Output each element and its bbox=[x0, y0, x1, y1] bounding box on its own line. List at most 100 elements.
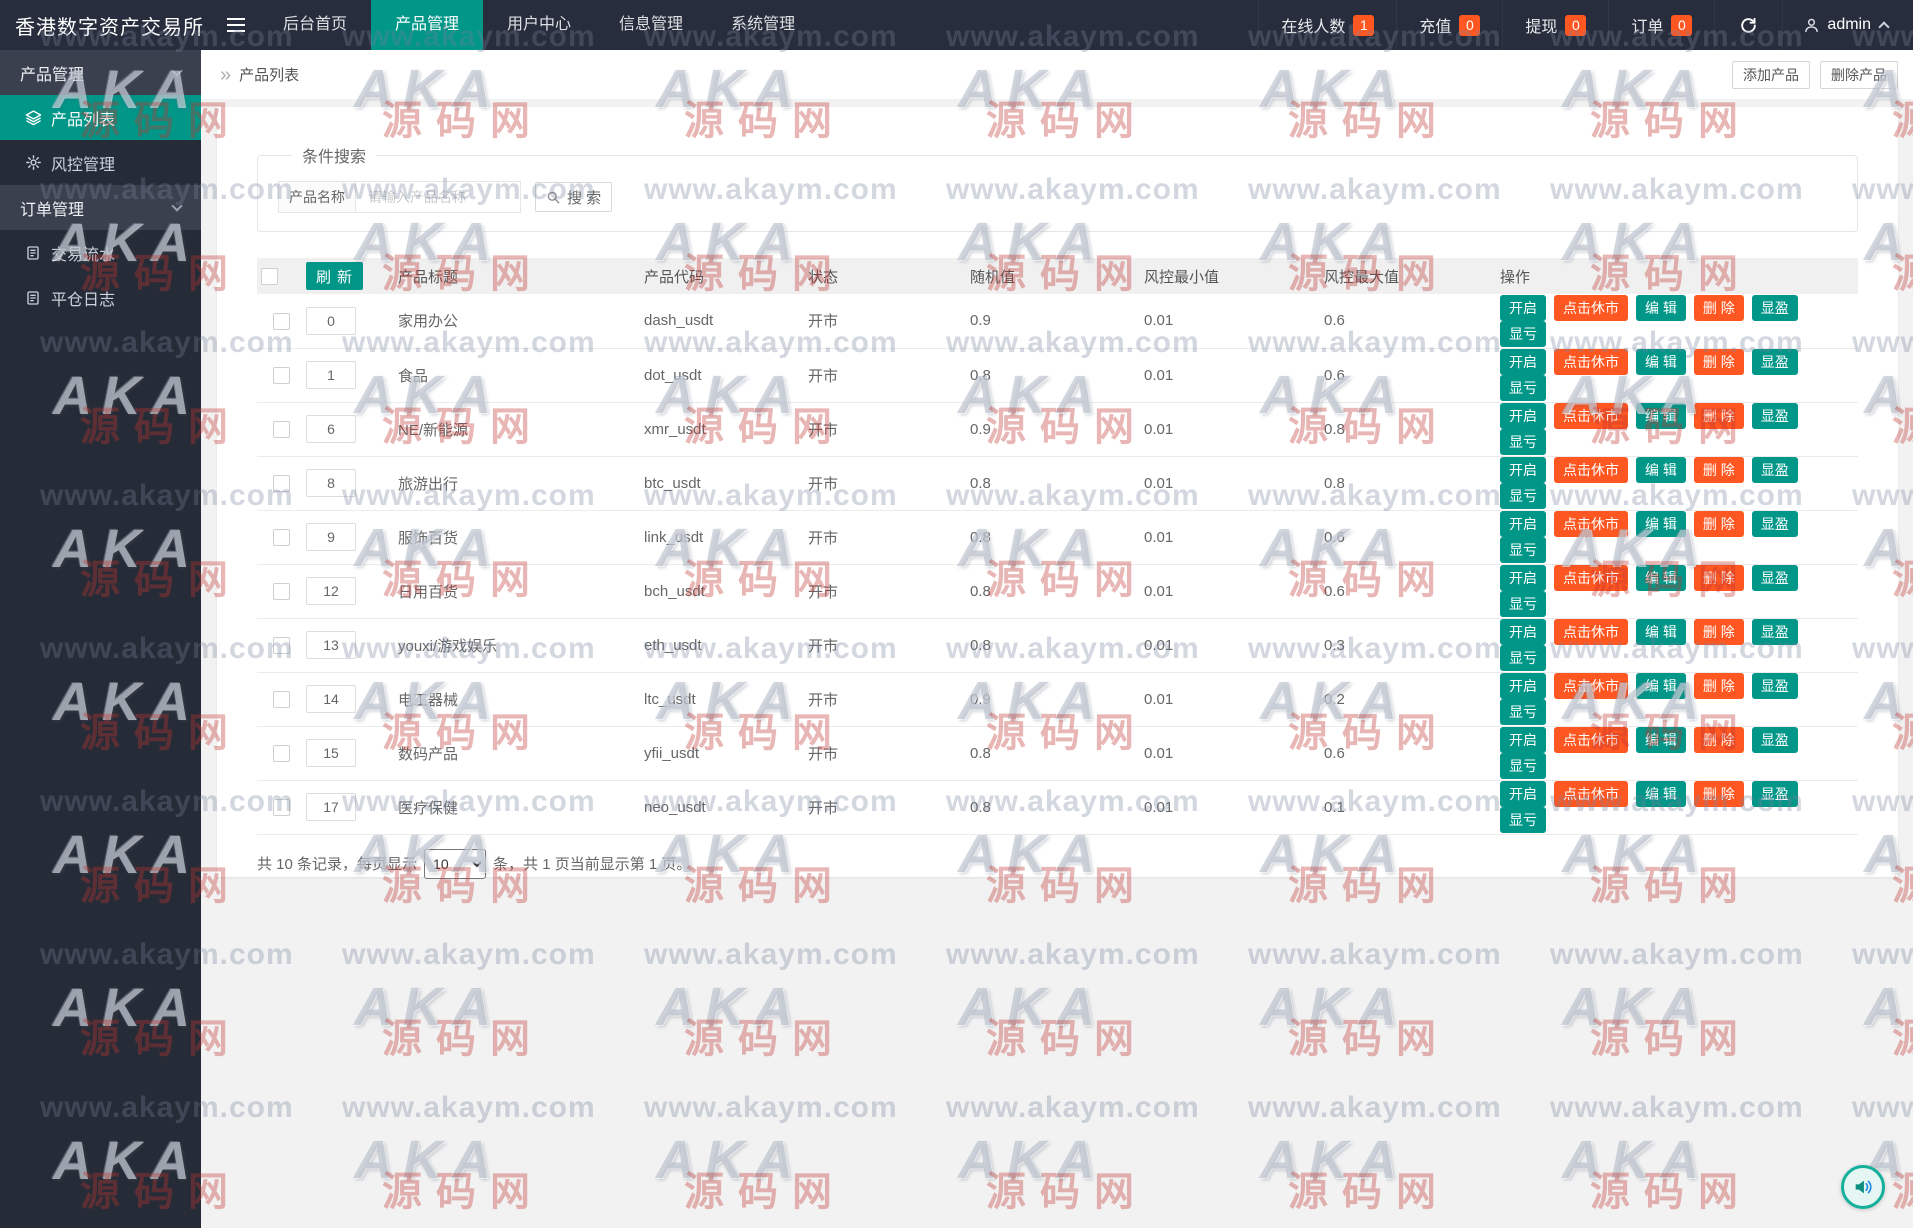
refresh-button[interactable]: 刷 新 bbox=[306, 262, 363, 290]
row-action-show-loss-button[interactable]: 显亏 bbox=[1500, 537, 1546, 563]
row-action-delete-button[interactable]: 删 除 bbox=[1694, 781, 1744, 807]
row-action-close-market-button[interactable]: 点击休市 bbox=[1554, 403, 1628, 429]
row-action-edit-button[interactable]: 编 辑 bbox=[1636, 457, 1686, 483]
row-action-delete-button[interactable]: 删 除 bbox=[1694, 619, 1744, 645]
row-checkbox[interactable] bbox=[273, 691, 290, 708]
product-id-box[interactable]: 13 bbox=[306, 631, 356, 659]
row-action-edit-button[interactable]: 编 辑 bbox=[1636, 295, 1686, 321]
row-action-show-profit-button[interactable]: 显盈 bbox=[1752, 727, 1798, 753]
stat-withdraw[interactable]: 提现 0 bbox=[1502, 0, 1608, 50]
row-action-edit-button[interactable]: 编 辑 bbox=[1636, 619, 1686, 645]
product-id-box[interactable]: 8 bbox=[306, 469, 356, 497]
row-action-close-market-button[interactable]: 点击休市 bbox=[1554, 781, 1628, 807]
row-action-show-profit-button[interactable]: 显盈 bbox=[1752, 565, 1798, 591]
row-action-show-loss-button[interactable]: 显亏 bbox=[1500, 753, 1546, 779]
row-checkbox[interactable] bbox=[273, 637, 290, 654]
row-action-show-loss-button[interactable]: 显亏 bbox=[1500, 375, 1546, 401]
row-action-show-profit-button[interactable]: 显盈 bbox=[1752, 781, 1798, 807]
product-id-box[interactable]: 17 bbox=[306, 793, 356, 821]
row-action-open-button[interactable]: 开启 bbox=[1500, 781, 1546, 807]
row-checkbox[interactable] bbox=[273, 799, 290, 816]
row-action-show-profit-button[interactable]: 显盈 bbox=[1752, 295, 1798, 321]
row-action-close-market-button[interactable]: 点击休市 bbox=[1554, 619, 1628, 645]
row-action-show-profit-button[interactable]: 显盈 bbox=[1752, 511, 1798, 537]
sidebar-item-close-log[interactable]: 平仓日志 bbox=[0, 275, 201, 320]
row-action-show-loss-button[interactable]: 显亏 bbox=[1500, 591, 1546, 617]
row-action-open-button[interactable]: 开启 bbox=[1500, 727, 1546, 753]
nav-item-system[interactable]: 系统管理 bbox=[707, 0, 819, 50]
row-action-open-button[interactable]: 开启 bbox=[1500, 673, 1546, 699]
row-action-show-profit-button[interactable]: 显盈 bbox=[1752, 349, 1798, 375]
row-action-open-button[interactable]: 开启 bbox=[1500, 349, 1546, 375]
row-checkbox[interactable] bbox=[273, 745, 290, 762]
sidebar-group-products[interactable]: 产品管理 bbox=[0, 50, 201, 95]
row-action-show-profit-button[interactable]: 显盈 bbox=[1752, 403, 1798, 429]
select-all-checkbox[interactable] bbox=[261, 268, 278, 285]
sidebar-item-risk[interactable]: 风控管理 bbox=[0, 140, 201, 185]
row-action-edit-button[interactable]: 编 辑 bbox=[1636, 673, 1686, 699]
row-checkbox[interactable] bbox=[273, 421, 290, 438]
row-action-show-profit-button[interactable]: 显盈 bbox=[1752, 673, 1798, 699]
row-action-open-button[interactable]: 开启 bbox=[1500, 403, 1546, 429]
product-id-box[interactable]: 0 bbox=[306, 307, 356, 335]
row-action-delete-button[interactable]: 删 除 bbox=[1694, 349, 1744, 375]
row-action-close-market-button[interactable]: 点击休市 bbox=[1554, 295, 1628, 321]
row-action-delete-button[interactable]: 删 除 bbox=[1694, 565, 1744, 591]
row-action-close-market-button[interactable]: 点击休市 bbox=[1554, 457, 1628, 483]
row-action-close-market-button[interactable]: 点击休市 bbox=[1554, 349, 1628, 375]
hamburger-icon[interactable] bbox=[227, 18, 245, 32]
row-action-delete-button[interactable]: 删 除 bbox=[1694, 457, 1744, 483]
row-action-open-button[interactable]: 开启 bbox=[1500, 511, 1546, 537]
nav-item-info[interactable]: 信息管理 bbox=[595, 0, 707, 50]
row-checkbox[interactable] bbox=[273, 367, 290, 384]
row-action-open-button[interactable]: 开启 bbox=[1500, 295, 1546, 321]
row-action-edit-button[interactable]: 编 辑 bbox=[1636, 403, 1686, 429]
row-action-delete-button[interactable]: 删 除 bbox=[1694, 727, 1744, 753]
row-action-show-loss-button[interactable]: 显亏 bbox=[1500, 699, 1546, 725]
row-action-show-loss-button[interactable]: 显亏 bbox=[1500, 321, 1546, 347]
sidebar-item-product-list[interactable]: 产品列表 bbox=[0, 95, 201, 140]
nav-item-home[interactable]: 后台首页 bbox=[259, 0, 371, 50]
row-action-edit-button[interactable]: 编 辑 bbox=[1636, 349, 1686, 375]
voice-assist-button[interactable] bbox=[1841, 1165, 1885, 1209]
nav-item-products[interactable]: 产品管理 bbox=[371, 0, 483, 50]
row-action-delete-button[interactable]: 删 除 bbox=[1694, 403, 1744, 429]
refresh-icon[interactable] bbox=[1714, 0, 1782, 50]
delete-product-button[interactable]: 删除产品 bbox=[1820, 61, 1898, 89]
row-action-edit-button[interactable]: 编 辑 bbox=[1636, 565, 1686, 591]
row-action-close-market-button[interactable]: 点击休市 bbox=[1554, 511, 1628, 537]
product-id-box[interactable]: 6 bbox=[306, 415, 356, 443]
search-button[interactable]: 搜 索 bbox=[535, 182, 612, 212]
row-action-show-loss-button[interactable]: 显亏 bbox=[1500, 429, 1546, 455]
row-checkbox[interactable] bbox=[273, 313, 290, 330]
row-action-close-market-button[interactable]: 点击休市 bbox=[1554, 673, 1628, 699]
product-id-box[interactable]: 15 bbox=[306, 739, 356, 767]
row-checkbox[interactable] bbox=[273, 475, 290, 492]
row-action-open-button[interactable]: 开启 bbox=[1500, 457, 1546, 483]
row-action-edit-button[interactable]: 编 辑 bbox=[1636, 781, 1686, 807]
sidebar-group-orders[interactable]: 订单管理 bbox=[0, 185, 201, 230]
add-product-button[interactable]: 添加产品 bbox=[1732, 61, 1810, 89]
product-id-box[interactable]: 9 bbox=[306, 523, 356, 551]
row-action-show-loss-button[interactable]: 显亏 bbox=[1500, 645, 1546, 671]
per-page-select[interactable]: 10 bbox=[424, 849, 486, 879]
row-action-delete-button[interactable]: 删 除 bbox=[1694, 295, 1744, 321]
row-action-show-profit-button[interactable]: 显盈 bbox=[1752, 457, 1798, 483]
product-id-box[interactable]: 1 bbox=[306, 361, 356, 389]
row-action-open-button[interactable]: 开启 bbox=[1500, 619, 1546, 645]
row-action-edit-button[interactable]: 编 辑 bbox=[1636, 511, 1686, 537]
row-action-edit-button[interactable]: 编 辑 bbox=[1636, 727, 1686, 753]
row-action-delete-button[interactable]: 删 除 bbox=[1694, 511, 1744, 537]
row-action-show-loss-button[interactable]: 显亏 bbox=[1500, 483, 1546, 509]
product-id-box[interactable]: 14 bbox=[306, 685, 356, 713]
row-action-show-loss-button[interactable]: 显亏 bbox=[1500, 807, 1546, 833]
stat-recharge[interactable]: 充值 0 bbox=[1396, 0, 1502, 50]
row-checkbox[interactable] bbox=[273, 583, 290, 600]
sidebar-item-trade-flow[interactable]: 交易流水 bbox=[0, 230, 201, 275]
row-action-show-profit-button[interactable]: 显盈 bbox=[1752, 619, 1798, 645]
row-action-open-button[interactable]: 开启 bbox=[1500, 565, 1546, 591]
stat-online[interactable]: 在线人数 1 bbox=[1258, 0, 1396, 50]
row-action-close-market-button[interactable]: 点击休市 bbox=[1554, 727, 1628, 753]
user-menu[interactable]: admin bbox=[1782, 0, 1898, 50]
row-action-delete-button[interactable]: 删 除 bbox=[1694, 673, 1744, 699]
